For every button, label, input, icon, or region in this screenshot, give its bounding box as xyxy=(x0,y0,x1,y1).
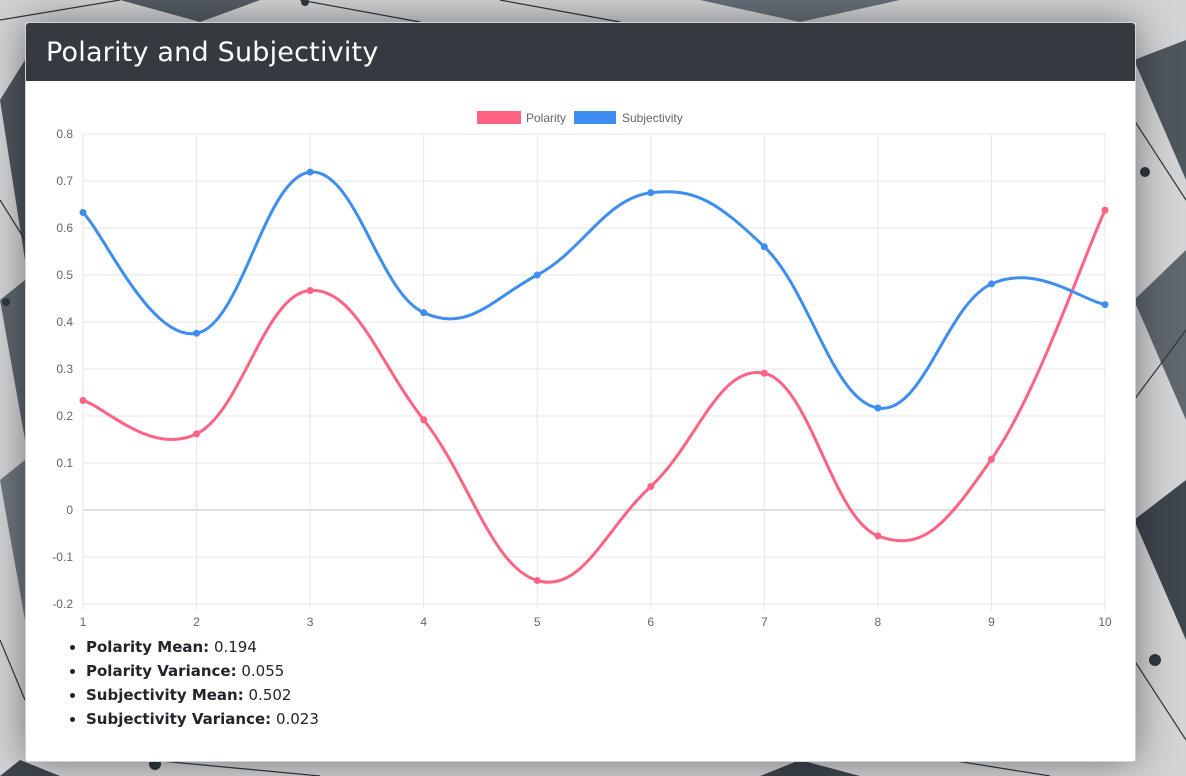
chart-card: Polarity and Subjectivity Polarity Subjec… xyxy=(25,22,1136,762)
y-tick-label: -0.2 xyxy=(52,597,73,611)
data-point[interactable] xyxy=(874,404,882,412)
data-point[interactable] xyxy=(760,369,768,377)
chart-series xyxy=(79,168,1109,584)
stat-value: 0.502 xyxy=(248,686,292,704)
data-point[interactable] xyxy=(193,430,201,438)
x-tick-label: 4 xyxy=(420,615,427,629)
data-point[interactable] xyxy=(306,168,314,176)
data-point[interactable] xyxy=(647,483,655,490)
data-point[interactable] xyxy=(79,208,87,216)
stat-label: Subjectivity Mean: xyxy=(86,686,244,704)
series-line xyxy=(82,209,1107,584)
y-tick-label: 0.3 xyxy=(56,362,73,376)
legend-label: Subjectivity xyxy=(622,111,683,125)
legend-label: Polarity xyxy=(526,111,566,125)
x-tick-label: 9 xyxy=(988,615,995,629)
series-subjectivity xyxy=(79,168,1109,412)
y-tick-label: 0.6 xyxy=(56,221,73,235)
chart-grid xyxy=(82,133,1106,610)
chart-legend[interactable]: Polarity Subjectivity xyxy=(477,111,683,125)
legend-swatch xyxy=(574,111,616,124)
data-point[interactable] xyxy=(79,396,87,404)
stat-polarity-variance: Polarity Variance: 0.055 xyxy=(86,659,319,683)
y-tick-label: 0.8 xyxy=(56,127,73,141)
series-line xyxy=(81,170,1106,410)
data-point[interactable] xyxy=(420,309,428,317)
stat-subjectivity-mean: Subjectivity Mean: 0.502 xyxy=(86,683,319,707)
y-tick-label: 0 xyxy=(66,503,73,517)
legend-item-polarity[interactable]: Polarity xyxy=(477,111,566,125)
stat-label: Polarity Variance: xyxy=(86,662,237,680)
data-point[interactable] xyxy=(533,271,541,279)
x-tick-label: 5 xyxy=(534,615,541,629)
stat-label: Subjectivity Variance: xyxy=(86,710,272,728)
data-point[interactable] xyxy=(420,416,428,424)
x-tick-label: 2 xyxy=(193,615,200,629)
data-point[interactable] xyxy=(533,577,541,584)
data-point[interactable] xyxy=(647,189,655,197)
card-header: Polarity and Subjectivity xyxy=(26,23,1135,81)
x-tick-label: 6 xyxy=(647,615,654,629)
stat-value: 0.023 xyxy=(275,710,319,728)
data-point[interactable] xyxy=(987,280,995,288)
y-tick-label: -0.1 xyxy=(52,550,73,564)
data-point[interactable] xyxy=(987,455,995,463)
data-point[interactable] xyxy=(193,329,201,337)
y-axis-ticks: 0.8 0.7 0.6 0.5 0.4 0.3 0.2 0.1 0 -0.1 -0.2 xyxy=(52,127,73,611)
series-polarity xyxy=(79,206,1109,584)
legend-item-subjectivity[interactable]: Subjectivity xyxy=(574,111,683,125)
data-point[interactable] xyxy=(760,243,768,251)
data-point[interactable] xyxy=(1101,301,1109,309)
y-tick-label: 0.1 xyxy=(56,456,73,470)
x-axis-ticks: 1 2 3 4 5 6 7 8 9 10 xyxy=(80,615,1112,629)
data-point[interactable] xyxy=(874,532,882,540)
y-tick-label: 0.7 xyxy=(56,174,73,188)
stat-value: 0.055 xyxy=(241,662,285,680)
data-point[interactable] xyxy=(1101,206,1109,214)
y-tick-label: 0.4 xyxy=(56,315,73,329)
stat-subjectivity-variance: Subjectivity Variance: 0.023 xyxy=(86,707,319,731)
stat-value: 0.194 xyxy=(213,638,257,656)
x-tick-label: 7 xyxy=(761,615,768,629)
legend-swatch xyxy=(477,111,521,124)
x-tick-label: 10 xyxy=(1098,615,1112,629)
statistics-list: Polarity Mean: 0.194 Polarity Variance: … xyxy=(64,635,319,731)
page-title: Polarity and Subjectivity xyxy=(46,36,379,68)
x-tick-label: 3 xyxy=(307,615,314,629)
x-tick-label: 1 xyxy=(80,615,87,629)
stat-polarity-mean: Polarity Mean: 0.194 xyxy=(86,635,319,659)
stat-label: Polarity Mean: xyxy=(86,638,210,656)
x-tick-label: 8 xyxy=(875,615,882,629)
y-tick-label: 0.2 xyxy=(56,409,73,423)
data-point[interactable] xyxy=(306,287,314,295)
line-chart: Polarity Subjectivity 0.80.70.60.50.40.30… xyxy=(52,111,1112,629)
y-tick-label: 0.5 xyxy=(56,268,73,282)
